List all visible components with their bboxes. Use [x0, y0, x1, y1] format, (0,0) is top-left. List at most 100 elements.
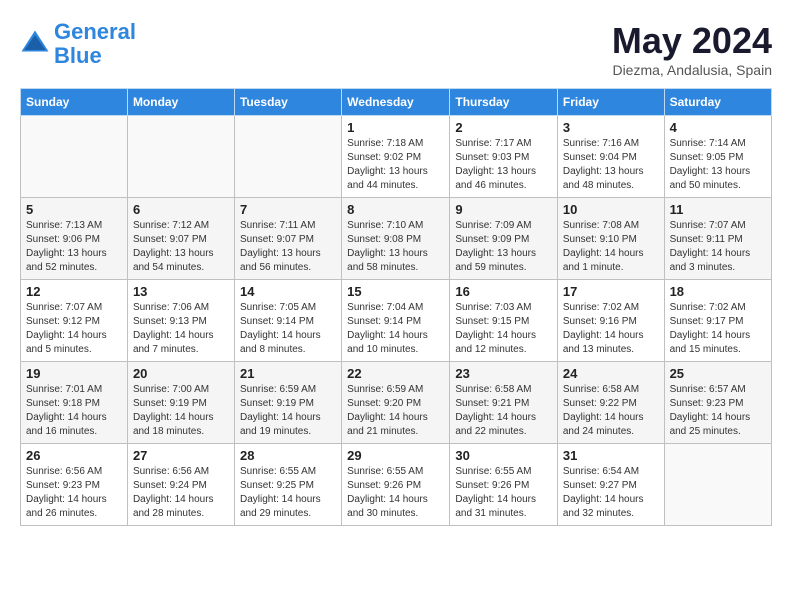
calendar-week-row: 5 Sunrise: 7:13 AM Sunset: 9:06 PM Daylig…: [21, 198, 772, 280]
day-number: 29: [347, 448, 444, 463]
calendar-cell: 3 Sunrise: 7:16 AM Sunset: 9:04 PM Daylig…: [557, 116, 664, 198]
day-number: 19: [26, 366, 122, 381]
calendar-cell: 23 Sunrise: 6:58 AM Sunset: 9:21 PM Dayli…: [450, 362, 558, 444]
calendar-cell: 16 Sunrise: 7:03 AM Sunset: 9:15 PM Dayli…: [450, 280, 558, 362]
day-info: Sunrise: 7:11 AM Sunset: 9:07 PM Dayligh…: [240, 219, 336, 275]
calendar-body: 1 Sunrise: 7:18 AM Sunset: 9:02 PM Daylig…: [21, 116, 772, 526]
calendar-cell: 7 Sunrise: 7:11 AM Sunset: 9:07 PM Daylig…: [234, 198, 341, 280]
day-number: 13: [133, 284, 229, 299]
calendar-cell: 2Sunrise: 7:17 AM Sunset: 9:03 PM Daylig…: [450, 116, 558, 198]
day-number: 14: [240, 284, 336, 299]
day-info: Sunrise: 6:59 AM Sunset: 9:19 PM Dayligh…: [240, 383, 336, 439]
day-info: Sunrise: 6:54 AM Sunset: 9:27 PM Dayligh…: [563, 465, 659, 521]
day-info: Sunrise: 7:14 AM Sunset: 9:05 PM Dayligh…: [670, 137, 766, 193]
day-info: Sunrise: 7:04 AM Sunset: 9:14 PM Dayligh…: [347, 301, 444, 357]
weekday-header-monday: Monday: [127, 89, 234, 116]
day-info: Sunrise: 6:56 AM Sunset: 9:24 PM Dayligh…: [133, 465, 229, 521]
calendar-header: SundayMondayTuesdayWednesdayThursdayFrid…: [21, 89, 772, 116]
day-number: 12: [26, 284, 122, 299]
day-info: Sunrise: 7:13 AM Sunset: 9:06 PM Dayligh…: [26, 219, 122, 275]
day-number: 27: [133, 448, 229, 463]
calendar-cell: 19 Sunrise: 7:01 AM Sunset: 9:18 PM Dayli…: [21, 362, 128, 444]
day-number: 18: [670, 284, 766, 299]
day-number: 6: [133, 202, 229, 217]
calendar-cell: [21, 116, 128, 198]
logo: General Blue: [20, 20, 136, 68]
day-number: 7: [240, 202, 336, 217]
weekday-header-tuesday: Tuesday: [234, 89, 341, 116]
day-info: Sunrise: 7:01 AM Sunset: 9:18 PM Dayligh…: [26, 383, 122, 439]
calendar-cell: 29 Sunrise: 6:55 AM Sunset: 9:26 PM Dayli…: [342, 444, 450, 526]
logo-text: General Blue: [54, 20, 136, 68]
calendar-cell: [127, 116, 234, 198]
calendar-cell: 21 Sunrise: 6:59 AM Sunset: 9:19 PM Dayli…: [234, 362, 341, 444]
calendar-cell: 17Sunrise: 7:02 AM Sunset: 9:16 PM Dayli…: [557, 280, 664, 362]
calendar-cell: 30Sunrise: 6:55 AM Sunset: 9:26 PM Dayli…: [450, 444, 558, 526]
day-info: Sunrise: 7:03 AM Sunset: 9:15 PM Dayligh…: [455, 301, 552, 357]
calendar-cell: 28 Sunrise: 6:55 AM Sunset: 9:25 PM Dayli…: [234, 444, 341, 526]
day-info: Sunrise: 6:58 AM Sunset: 9:21 PM Dayligh…: [455, 383, 552, 439]
day-number: 24: [563, 366, 659, 381]
calendar-cell: 1 Sunrise: 7:18 AM Sunset: 9:02 PM Daylig…: [342, 116, 450, 198]
day-info: Sunrise: 6:55 AM Sunset: 9:26 PM Dayligh…: [347, 465, 444, 521]
day-number: 23: [455, 366, 552, 381]
day-info: Sunrise: 6:55 AM Sunset: 9:25 PM Dayligh…: [240, 465, 336, 521]
weekday-header-friday: Friday: [557, 89, 664, 116]
weekday-header-row: SundayMondayTuesdayWednesdayThursdayFrid…: [21, 89, 772, 116]
day-number: 3: [563, 120, 659, 135]
calendar-cell: 27 Sunrise: 6:56 AM Sunset: 9:24 PM Dayli…: [127, 444, 234, 526]
day-number: 4: [670, 120, 766, 135]
day-number: 21: [240, 366, 336, 381]
calendar-cell: [234, 116, 341, 198]
day-info: Sunrise: 7:02 AM Sunset: 9:17 PM Dayligh…: [670, 301, 766, 357]
calendar-cell: 11Sunrise: 7:07 AM Sunset: 9:11 PM Dayli…: [664, 198, 771, 280]
calendar-week-row: 19 Sunrise: 7:01 AM Sunset: 9:18 PM Dayli…: [21, 362, 772, 444]
day-number: 5: [26, 202, 122, 217]
day-info: Sunrise: 7:10 AM Sunset: 9:08 PM Dayligh…: [347, 219, 444, 275]
day-info: Sunrise: 7:18 AM Sunset: 9:02 PM Dayligh…: [347, 137, 444, 193]
day-number: 1: [347, 120, 444, 135]
calendar-table: SundayMondayTuesdayWednesdayThursdayFrid…: [20, 88, 772, 526]
day-number: 22: [347, 366, 444, 381]
day-info: Sunrise: 7:09 AM Sunset: 9:09 PM Dayligh…: [455, 219, 552, 275]
day-info: Sunrise: 7:00 AM Sunset: 9:19 PM Dayligh…: [133, 383, 229, 439]
logo-line1: General: [54, 19, 136, 44]
calendar-cell: 10Sunrise: 7:08 AM Sunset: 9:10 PM Dayli…: [557, 198, 664, 280]
day-info: Sunrise: 7:06 AM Sunset: 9:13 PM Dayligh…: [133, 301, 229, 357]
day-number: 25: [670, 366, 766, 381]
day-number: 10: [563, 202, 659, 217]
day-info: Sunrise: 6:58 AM Sunset: 9:22 PM Dayligh…: [563, 383, 659, 439]
calendar-cell: 5 Sunrise: 7:13 AM Sunset: 9:06 PM Daylig…: [21, 198, 128, 280]
day-info: Sunrise: 7:12 AM Sunset: 9:07 PM Dayligh…: [133, 219, 229, 275]
calendar-cell: 9 Sunrise: 7:09 AM Sunset: 9:09 PM Daylig…: [450, 198, 558, 280]
logo-line2: Blue: [54, 43, 102, 68]
calendar-week-row: 12 Sunrise: 7:07 AM Sunset: 9:12 PM Dayli…: [21, 280, 772, 362]
day-number: 17: [563, 284, 659, 299]
calendar-cell: 12 Sunrise: 7:07 AM Sunset: 9:12 PM Dayli…: [21, 280, 128, 362]
location-subtitle: Diezma, Andalusia, Spain: [612, 62, 772, 78]
calendar-week-row: 26Sunrise: 6:56 AM Sunset: 9:23 PM Dayli…: [21, 444, 772, 526]
day-info: Sunrise: 7:07 AM Sunset: 9:12 PM Dayligh…: [26, 301, 122, 357]
day-number: 31: [563, 448, 659, 463]
title-block: May 2024 Diezma, Andalusia, Spain: [612, 20, 772, 78]
day-number: 30: [455, 448, 552, 463]
day-number: 9: [455, 202, 552, 217]
day-info: Sunrise: 6:59 AM Sunset: 9:20 PM Dayligh…: [347, 383, 444, 439]
calendar-cell: 24 Sunrise: 6:58 AM Sunset: 9:22 PM Dayli…: [557, 362, 664, 444]
calendar-cell: 20 Sunrise: 7:00 AM Sunset: 9:19 PM Dayli…: [127, 362, 234, 444]
calendar-cell: 4 Sunrise: 7:14 AM Sunset: 9:05 PM Daylig…: [664, 116, 771, 198]
day-number: 20: [133, 366, 229, 381]
day-info: Sunrise: 6:56 AM Sunset: 9:23 PM Dayligh…: [26, 465, 122, 521]
day-info: Sunrise: 7:05 AM Sunset: 9:14 PM Dayligh…: [240, 301, 336, 357]
day-number: 16: [455, 284, 552, 299]
day-info: Sunrise: 7:16 AM Sunset: 9:04 PM Dayligh…: [563, 137, 659, 193]
month-title: May 2024: [612, 20, 772, 62]
day-number: 28: [240, 448, 336, 463]
calendar-cell: 13 Sunrise: 7:06 AM Sunset: 9:13 PM Dayli…: [127, 280, 234, 362]
day-number: 2: [455, 120, 552, 135]
logo-icon: [20, 29, 50, 59]
day-info: Sunrise: 6:57 AM Sunset: 9:23 PM Dayligh…: [670, 383, 766, 439]
calendar-cell: 22 Sunrise: 6:59 AM Sunset: 9:20 PM Dayli…: [342, 362, 450, 444]
weekday-header-wednesday: Wednesday: [342, 89, 450, 116]
calendar-cell: 25 Sunrise: 6:57 AM Sunset: 9:23 PM Dayli…: [664, 362, 771, 444]
